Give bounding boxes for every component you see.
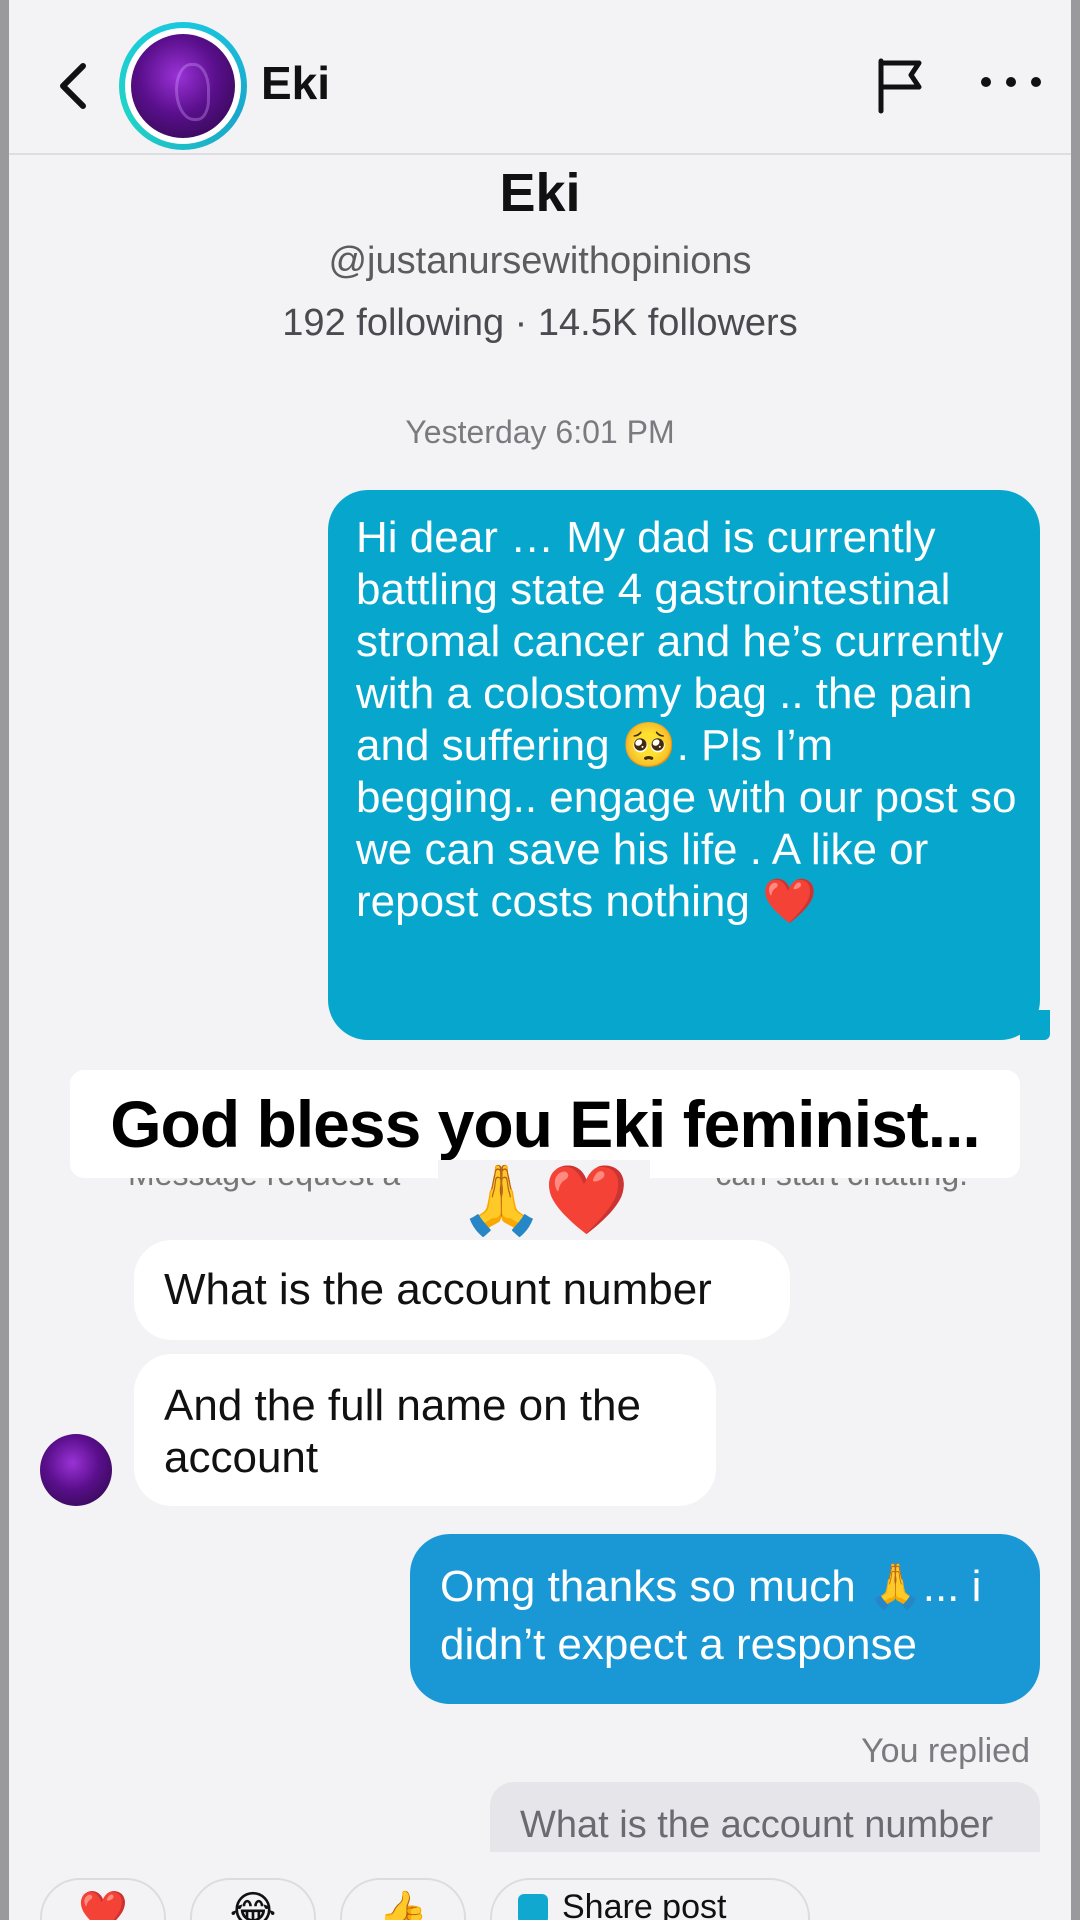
quick-reaction-bar: ❤️ 😂 👍 Share post xyxy=(0,1878,1080,1920)
outgoing-message-bubble[interactable]: Omg thanks so much 🙏... i didn’t expect … xyxy=(410,1534,1040,1704)
back-button[interactable] xyxy=(47,58,97,114)
reply-preview-text: What is the account number xyxy=(520,1804,994,1846)
share-post-button[interactable]: Share post xyxy=(490,1878,810,1920)
profile-stats: 192 following · 14.5K followers xyxy=(282,302,798,344)
message-text: And the full name on the account xyxy=(164,1381,641,1482)
dot-icon xyxy=(1006,77,1016,87)
chat-header: Eki xyxy=(9,0,1071,155)
sender-avatar[interactable] xyxy=(40,1434,112,1506)
header-username[interactable]: Eki xyxy=(261,56,330,110)
bubble-tail xyxy=(1020,1010,1050,1040)
flag-icon xyxy=(878,58,922,114)
you-replied-label: You replied xyxy=(861,1732,1030,1770)
avatar[interactable] xyxy=(119,22,247,150)
message-text: Hi dear … My dad is currently battling s… xyxy=(356,513,1017,926)
quick-laugh-button[interactable]: 😂 xyxy=(190,1878,316,1920)
profile-name: Eki xyxy=(499,163,581,223)
dot-icon xyxy=(981,77,991,87)
more-options-button[interactable] xyxy=(981,62,1041,102)
thumbs-up-icon: 👍 xyxy=(378,1890,428,1920)
incoming-message-bubble[interactable]: And the full name on the account xyxy=(134,1354,716,1506)
quick-heart-button[interactable]: ❤️ xyxy=(40,1878,166,1920)
incoming-message-bubble[interactable]: What is the account number xyxy=(134,1240,790,1340)
share-post-label: Share post xyxy=(562,1888,727,1920)
avatar-image xyxy=(131,34,235,138)
dot-icon xyxy=(1031,77,1041,87)
heart-icon: ❤️ xyxy=(78,1890,128,1920)
outgoing-message-bubble[interactable]: Hi dear … My dad is currently battling s… xyxy=(328,490,1050,1040)
laugh-emoji-icon: 😂 xyxy=(229,1889,277,1920)
message-text: What is the account number xyxy=(164,1265,712,1314)
chevron-left-icon xyxy=(60,63,86,109)
quick-thumbs-up-button[interactable]: 👍 xyxy=(340,1878,466,1920)
reply-preview[interactable]: What is the account number xyxy=(490,1782,1040,1852)
profile-handle[interactable]: @justanursewithopinions xyxy=(0,240,1080,283)
message-timestamp: Yesterday 6:01 PM xyxy=(405,414,675,450)
share-icon xyxy=(518,1894,548,1920)
reaction-emoji[interactable]: 🙏❤️ xyxy=(438,1160,650,1240)
message-text: Omg thanks so much 🙏... i didn’t expect … xyxy=(440,1562,982,1669)
frame-edge-left xyxy=(0,0,9,1920)
report-button[interactable] xyxy=(871,55,931,115)
frame-edge-right xyxy=(1071,0,1080,1920)
